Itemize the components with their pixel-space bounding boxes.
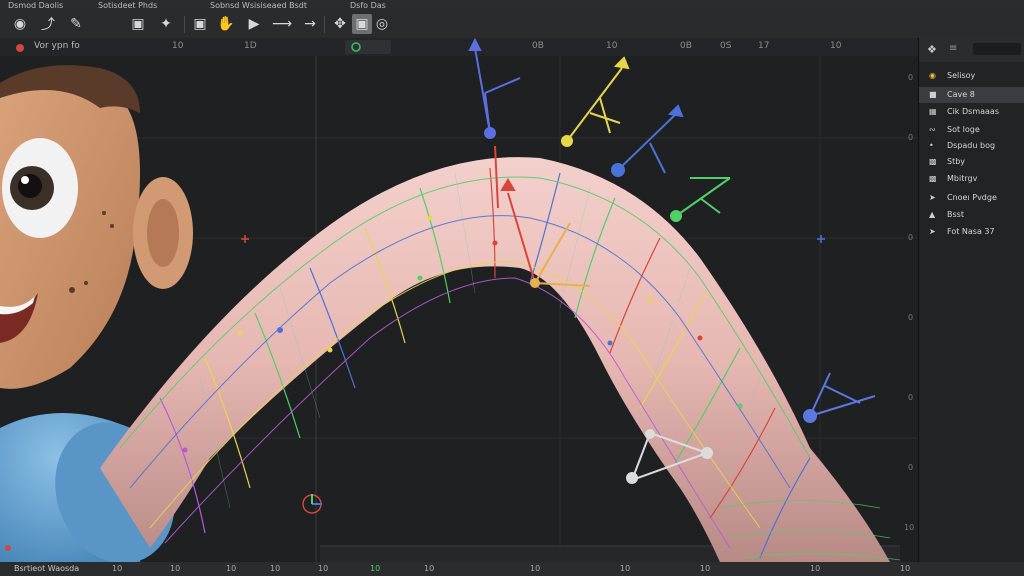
outliner-item[interactable]: • Dspadu bog bbox=[919, 138, 1024, 154]
timeline-mark: 10 bbox=[170, 564, 181, 573]
transform-icon[interactable]: ✥ bbox=[330, 14, 350, 34]
ruler-mark: 0S bbox=[720, 41, 732, 51]
outliner-item[interactable]: ∾ Sot loge bbox=[919, 122, 1024, 138]
svg-text:0: 0 bbox=[908, 233, 913, 242]
character-head bbox=[0, 65, 193, 389]
outliner-item[interactable]: ▩ Mbitrgv bbox=[919, 171, 1024, 187]
arm-mesh bbox=[100, 157, 901, 562]
timeline-mark: 10 bbox=[620, 564, 631, 573]
status-text: Bsrtieot Waosda bbox=[14, 564, 80, 573]
outliner-item[interactable]: ■ Cave 8 bbox=[919, 87, 1024, 103]
crop-icon[interactable]: ✦ bbox=[156, 14, 176, 34]
timeline-mark: 10 bbox=[318, 564, 329, 573]
outliner-item[interactable]: ▲ Bsst bbox=[919, 207, 1024, 223]
timeline-mark: 10 bbox=[270, 564, 281, 573]
ruler-mark: 0B bbox=[680, 41, 692, 51]
3d-viewport[interactable]: 0 0 0 0 0 0 10 Vor ypn fo 10 1D 0B 10 0B… bbox=[0, 38, 918, 562]
ruler-mark: 10 bbox=[606, 41, 618, 51]
menu-item-1[interactable]: Dsmod Daolis bbox=[8, 0, 63, 11]
move-icon[interactable]: ⤴ bbox=[38, 14, 58, 34]
svg-text:0: 0 bbox=[908, 313, 913, 322]
cursor-icon: ➤ bbox=[929, 193, 936, 202]
outliner-header: ❖ ≡ bbox=[919, 38, 1024, 62]
timeline-mark: 10 bbox=[900, 564, 911, 573]
menu-item-2[interactable]: Sotisdeet Phds bbox=[98, 0, 157, 11]
add-icon[interactable]: → bbox=[300, 14, 320, 34]
viewport-label: Vor ypn fo bbox=[34, 41, 80, 51]
ruler-mark: 17 bbox=[758, 41, 770, 51]
menu-item-3[interactable]: Sobnsd Wsisiseaed Bsdt bbox=[210, 0, 307, 11]
status-bar: Bsrtieot Waosda 10 10 10 10 10 10 10 10 … bbox=[0, 562, 1024, 576]
cube-icon: ▩ bbox=[929, 157, 937, 166]
ruler-mark: 1D bbox=[244, 41, 257, 51]
joint-icon[interactable]: ▣ bbox=[190, 14, 210, 34]
timeline-mark: 10 bbox=[810, 564, 821, 573]
search-input[interactable] bbox=[973, 43, 1021, 55]
timeline-mark: 10 bbox=[530, 564, 541, 573]
menu-bar: Dsmod Daolis Sotisdeet Phds Sobnsd Wsisi… bbox=[0, 0, 1024, 11]
viewport-header: Vor ypn fo 10 1D 0B 10 0B 0S 17 10 bbox=[0, 38, 918, 56]
ruler-mark: 10 bbox=[172, 41, 184, 51]
timeline-mark: 10 bbox=[370, 564, 381, 573]
menu-item-4[interactable]: Dsfo Das bbox=[350, 0, 386, 11]
svg-text:0: 0 bbox=[908, 393, 913, 402]
svg-text:10: 10 bbox=[904, 523, 914, 532]
viewport-scene: 0 0 0 0 0 0 10 bbox=[0, 38, 918, 562]
dot-icon: • bbox=[929, 141, 934, 150]
outliner-item[interactable]: ▦ Cik Dsmaaas bbox=[919, 104, 1024, 120]
joint-icon: ▲ bbox=[929, 210, 936, 219]
outliner-item[interactable]: ◉ Selisoy bbox=[919, 68, 1024, 84]
move-icon: ➤ bbox=[929, 227, 936, 236]
timeline-mark: 10 bbox=[112, 564, 123, 573]
timeline-mark: 10 bbox=[424, 564, 435, 573]
select-box-icon[interactable]: ▣ bbox=[352, 14, 372, 34]
ruler-mark: 10 bbox=[830, 41, 842, 51]
select-icon[interactable]: ◉ bbox=[10, 14, 30, 34]
circle-icon: ◉ bbox=[929, 71, 936, 80]
svg-text:0: 0 bbox=[908, 73, 913, 82]
outliner-panel: ❖ ≡ ◉ Selisoy ■ Cave 8 ▦ Cik Dsmaaas ∾ S… bbox=[918, 38, 1024, 562]
outliner-item[interactable]: ▩ Stby bbox=[919, 154, 1024, 170]
cursor-icon[interactable]: ⟶ bbox=[272, 14, 292, 34]
outliner-item[interactable]: ➤ Fot Nasa 37 bbox=[919, 224, 1024, 240]
weight-paint-icon[interactable]: ▣ bbox=[128, 14, 148, 34]
bone-icon: ∾ bbox=[929, 125, 936, 134]
timeline-mark: 10 bbox=[226, 564, 237, 573]
toolbar: ◉ ⤴ ✎ ▣ ✦ ▣ ✋ ▶ ⟶ → ✥ ▣ ◎ bbox=[0, 11, 1024, 39]
bone-icon[interactable]: ✋ bbox=[216, 14, 236, 34]
grid-icon: ▦ bbox=[929, 107, 937, 116]
svg-text:0: 0 bbox=[908, 133, 913, 142]
outliner-item[interactable]: ➤ Cnoeı Pvdge bbox=[919, 190, 1024, 206]
timeline-mark: 10 bbox=[700, 564, 711, 573]
square-icon: ■ bbox=[929, 90, 937, 99]
target-icon[interactable]: ◎ bbox=[372, 14, 392, 34]
walk-icon[interactable]: ❖ bbox=[927, 43, 937, 56]
filter-icon[interactable]: ≡ bbox=[949, 43, 957, 54]
svg-text:0: 0 bbox=[908, 463, 913, 472]
rotate-icon[interactable]: ▶ bbox=[244, 14, 264, 34]
brush-icon[interactable]: ✎ bbox=[66, 14, 86, 34]
ruler-mark: 0B bbox=[532, 41, 544, 51]
cube-icon: ▩ bbox=[929, 174, 937, 183]
